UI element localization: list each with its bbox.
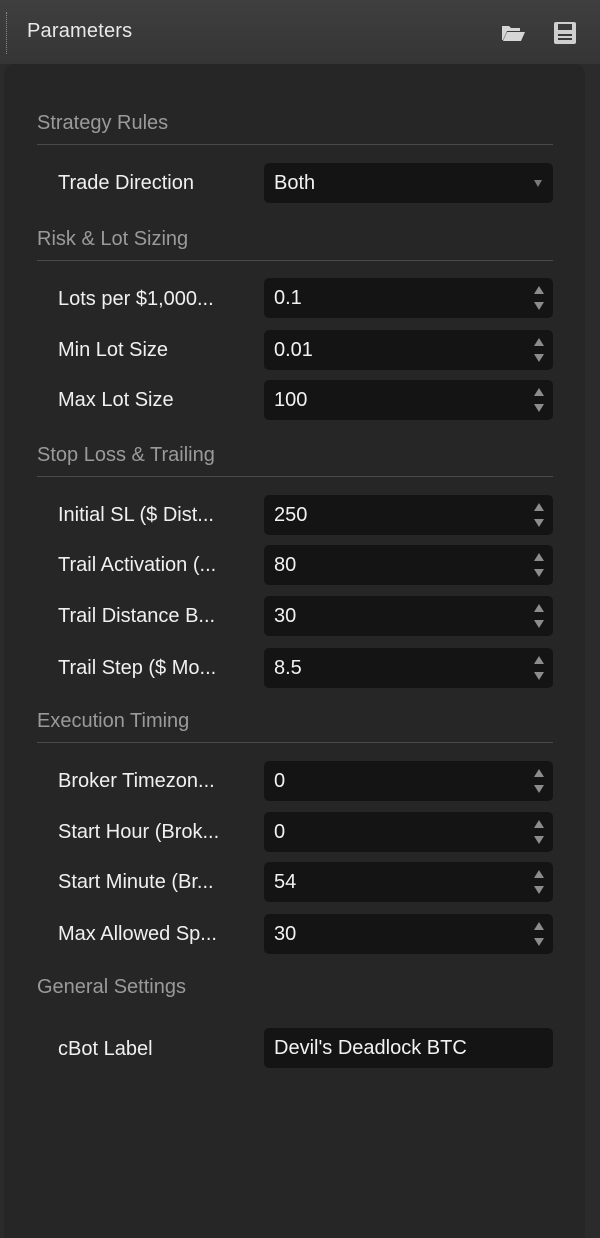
save-icon[interactable] xyxy=(552,20,578,46)
trail-step-label: Trail Step ($ Mo... xyxy=(58,657,217,679)
broker-timezone-value: 0 xyxy=(274,770,286,792)
stepper-arrows[interactable] xyxy=(532,767,546,795)
lots-per-label: Lots per $1,000... xyxy=(58,288,214,310)
section-divider xyxy=(37,260,553,261)
initial-sl-stepper[interactable]: 250 xyxy=(264,495,553,535)
increment-arrow-icon[interactable] xyxy=(532,920,546,933)
trade-direction-label: Trade Direction xyxy=(58,172,194,194)
max-lot-size-label: Max Lot Size xyxy=(58,389,174,411)
decrement-arrow-icon[interactable] xyxy=(532,833,546,846)
section-divider xyxy=(37,742,553,743)
section-divider xyxy=(37,144,553,145)
increment-arrow-icon[interactable] xyxy=(532,602,546,615)
stepper-arrows[interactable] xyxy=(532,501,546,529)
trail-activation-stepper[interactable]: 80 xyxy=(264,545,553,585)
trail-distance-value: 30 xyxy=(274,605,297,627)
section-title-execution-timing: Execution Timing xyxy=(37,710,190,732)
decrement-arrow-icon[interactable] xyxy=(532,617,546,630)
panel-title: Parameters xyxy=(27,20,133,42)
decrement-arrow-icon[interactable] xyxy=(532,401,546,414)
cbot-label-input[interactable]: Devil's Deadlock BTC xyxy=(264,1028,553,1068)
max-spread-label: Max Allowed Sp... xyxy=(58,923,217,945)
trade-direction-dropdown[interactable]: Both xyxy=(264,163,553,203)
initial-sl-label: Initial SL ($ Dist... xyxy=(58,504,214,526)
min-lot-size-label: Min Lot Size xyxy=(58,339,169,361)
start-minute-value: 54 xyxy=(274,871,297,893)
decrement-arrow-icon[interactable] xyxy=(532,516,546,529)
start-hour-value: 0 xyxy=(274,821,286,843)
stepper-arrows[interactable] xyxy=(532,868,546,896)
decrement-arrow-icon[interactable] xyxy=(532,351,546,364)
trail-activation-label: Trail Activation (... xyxy=(58,554,217,576)
panel-header: Parameters xyxy=(0,0,600,64)
max-spread-stepper[interactable]: 30 xyxy=(264,914,553,954)
decrement-arrow-icon[interactable] xyxy=(532,299,546,312)
increment-arrow-icon[interactable] xyxy=(532,501,546,514)
decrement-arrow-icon[interactable] xyxy=(532,566,546,579)
decrement-arrow-icon[interactable] xyxy=(532,669,546,682)
trail-distance-label: Trail Distance B... xyxy=(58,605,216,627)
increment-arrow-icon[interactable] xyxy=(532,767,546,780)
decrement-arrow-icon[interactable] xyxy=(532,883,546,896)
max-lot-size-stepper[interactable]: 100 xyxy=(264,380,553,420)
chevron-down-icon[interactable] xyxy=(534,180,542,187)
section-title-stop-loss-trailing: Stop Loss & Trailing xyxy=(37,444,215,466)
start-minute-stepper[interactable]: 54 xyxy=(264,862,553,902)
drag-grip[interactable] xyxy=(6,12,9,54)
initial-sl-value: 250 xyxy=(274,504,308,526)
start-hour-label: Start Hour (Brok... xyxy=(58,821,220,843)
start-hour-stepper[interactable]: 0 xyxy=(264,812,553,852)
trail-step-value: 8.5 xyxy=(274,657,302,679)
min-lot-size-value: 0.01 xyxy=(274,339,313,361)
decrement-arrow-icon[interactable] xyxy=(532,935,546,948)
stepper-arrows[interactable] xyxy=(532,818,546,846)
stepper-arrows[interactable] xyxy=(532,551,546,579)
max-lot-size-value: 100 xyxy=(274,389,308,411)
increment-arrow-icon[interactable] xyxy=(532,818,546,831)
lots-per-stepper[interactable]: 0.1 xyxy=(264,278,553,318)
stepper-arrows[interactable] xyxy=(532,920,546,948)
increment-arrow-icon[interactable] xyxy=(532,336,546,349)
increment-arrow-icon[interactable] xyxy=(532,551,546,564)
stepper-arrows[interactable] xyxy=(532,386,546,414)
start-minute-label: Start Minute (Br... xyxy=(58,871,214,893)
min-lot-size-stepper[interactable]: 0.01 xyxy=(264,330,553,370)
trail-activation-value: 80 xyxy=(274,554,297,576)
decrement-arrow-icon[interactable] xyxy=(532,782,546,795)
stepper-arrows[interactable] xyxy=(532,654,546,682)
trail-step-stepper[interactable]: 8.5 xyxy=(264,648,553,688)
increment-arrow-icon[interactable] xyxy=(532,386,546,399)
stepper-arrows[interactable] xyxy=(532,284,546,312)
trade-direction-value: Both xyxy=(274,172,316,194)
section-divider xyxy=(37,476,553,477)
stepper-arrows[interactable] xyxy=(532,336,546,364)
lots-per-value: 0.1 xyxy=(274,287,302,309)
trail-distance-stepper[interactable]: 30 xyxy=(264,596,553,636)
increment-arrow-icon[interactable] xyxy=(532,868,546,881)
section-title-general-settings: General Settings xyxy=(37,976,186,998)
broker-timezone-label: Broker Timezon... xyxy=(58,770,215,792)
section-title-strategy-rules: Strategy Rules xyxy=(37,112,169,134)
max-spread-value: 30 xyxy=(274,923,297,945)
section-title-risk-lot-sizing: Risk & Lot Sizing xyxy=(37,228,189,250)
increment-arrow-icon[interactable] xyxy=(532,284,546,297)
broker-timezone-stepper[interactable]: 0 xyxy=(264,761,553,801)
increment-arrow-icon[interactable] xyxy=(532,654,546,667)
cbot-label-value: Devil's Deadlock BTC xyxy=(274,1037,467,1059)
folder-open-icon[interactable] xyxy=(500,20,526,46)
stepper-arrows[interactable] xyxy=(532,602,546,630)
cbot-label-label: cBot Label xyxy=(58,1038,153,1060)
